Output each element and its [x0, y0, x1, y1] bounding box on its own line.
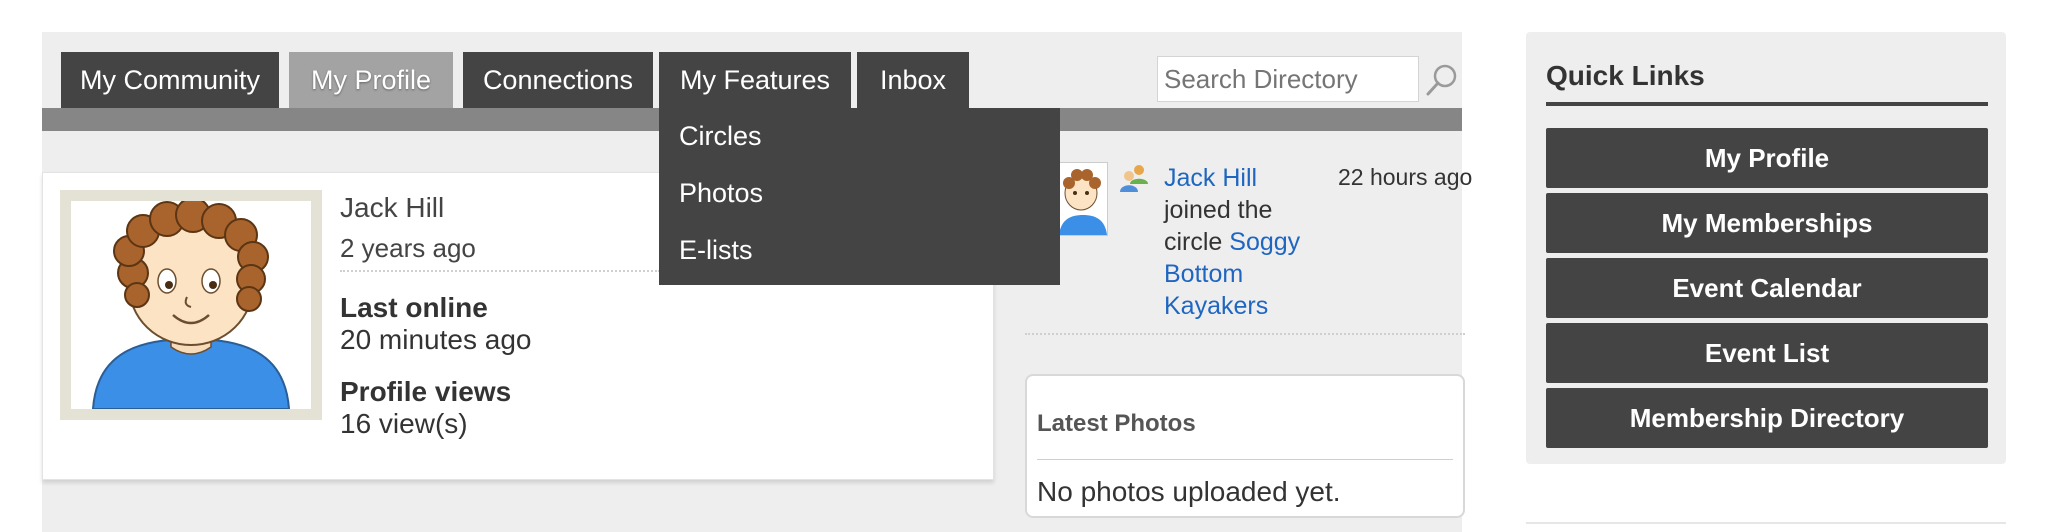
search-directory-input[interactable] — [1157, 56, 1419, 102]
profile-name: Jack Hill — [340, 192, 445, 223]
tab-my-features[interactable]: My Features — [659, 52, 851, 108]
avatar-boy-illustration — [91, 201, 291, 409]
latest-photos-empty-text: No photos uploaded yet. — [1037, 476, 1341, 507]
activity-user-link[interactable]: Jack Hill — [1164, 164, 1257, 192]
search-icon[interactable] — [1424, 62, 1460, 98]
my-features-dropdown: Circles Photos E-lists — [659, 108, 1060, 285]
quick-link-my-memberships-button[interactable]: My Memberships — [1546, 193, 1988, 253]
tab-my-profile[interactable]: My Profile — [289, 52, 453, 108]
quick-link-event-calendar-button[interactable]: Event Calendar — [1546, 258, 1988, 318]
tab-connections[interactable]: Connections — [463, 52, 653, 108]
quick-link-event-list-button[interactable]: Event List — [1546, 323, 1988, 383]
dropdown-item-circles[interactable]: Circles — [679, 121, 762, 152]
activity-avatar[interactable] — [1058, 162, 1108, 236]
last-online-label: Last online — [340, 292, 488, 323]
latest-photos-title: Latest Photos — [1037, 410, 1196, 437]
dropdown-item-photos[interactable]: Photos — [679, 178, 763, 209]
dropdown-item-e-lists[interactable]: E-lists — [679, 235, 753, 266]
profile-member-since: 2 years ago — [340, 233, 476, 263]
quick-link-membership-directory-button[interactable]: Membership Directory — [1546, 388, 1988, 448]
tab-my-community[interactable]: My Community — [61, 52, 279, 108]
quick-link-my-profile-button[interactable]: My Profile — [1546, 128, 1988, 188]
group-join-icon — [1118, 162, 1150, 194]
last-online-value: 20 minutes ago — [340, 324, 532, 355]
profile-divider — [340, 270, 660, 272]
activity-divider — [1025, 333, 1465, 335]
latest-photos-divider — [1037, 459, 1453, 460]
profile-views-value: 16 view(s) — [340, 408, 468, 439]
tab-inbox[interactable]: Inbox — [857, 52, 969, 108]
activity-text: Jack Hill joined the circle Soggy Bottom… — [1164, 162, 1314, 322]
profile-views-label: Profile views — [340, 376, 512, 407]
quick-links-underline — [1546, 102, 1988, 106]
activity-time: 22 hours ago — [1338, 164, 1473, 190]
avatar[interactable] — [60, 190, 322, 420]
quick-links-title: Quick Links — [1546, 60, 1705, 91]
sidebar-divider — [1526, 522, 2006, 524]
